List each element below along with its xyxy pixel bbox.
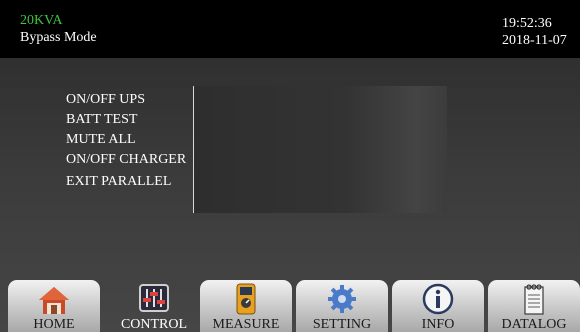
sliders-icon [139,284,169,312]
home-icon [39,287,69,314]
clock-date: 2018-11-07 [502,33,567,48]
clock-time: 19:52:36 [502,16,552,31]
menu-item-mute-all[interactable]: MUTE ALL [66,132,194,148]
tab-datalog[interactable]: DATALOG [488,280,580,332]
tab-setting-label: SETTING [312,317,372,332]
model-label: 20KVA [20,13,63,28]
tab-info-label: INFO [421,317,455,332]
tab-home[interactable]: HOME [8,280,100,332]
tab-datalog-label: DATALOG [501,317,567,332]
mode-label: Bypass Mode [20,30,97,45]
info-icon [422,283,454,315]
detail-panel [194,86,447,213]
ups-screen: 20KVA Bypass Mode 19:52:36 2018-11-07 ON… [0,0,580,332]
menu-item-on-off-charger[interactable]: ON/OFF CHARGER [66,152,194,168]
tab-info[interactable]: INFO [392,280,484,332]
status-header: 20KVA Bypass Mode 19:52:36 2018-11-07 [0,0,580,58]
tab-measure-label: MEASURE [212,317,280,332]
multimeter-icon [236,283,256,315]
menu-item-exit-parallel[interactable]: EXIT PARALLEL [66,174,194,190]
tab-control-label: CONTROL [120,317,188,332]
bottom-nav: HOME CONTROL MEASURE SETTING INFO DATALO… [0,280,580,332]
menu-item-on-off-ups[interactable]: ON/OFF UPS [66,92,194,108]
gear-icon [328,285,356,313]
tab-setting[interactable]: SETTING [296,280,388,332]
notepad-icon [524,284,544,315]
tab-control[interactable]: CONTROL [108,280,200,332]
menu-item-batt-test[interactable]: BATT TEST [66,112,194,128]
tab-measure[interactable]: MEASURE [200,280,292,332]
tab-home-label: HOME [33,317,75,332]
